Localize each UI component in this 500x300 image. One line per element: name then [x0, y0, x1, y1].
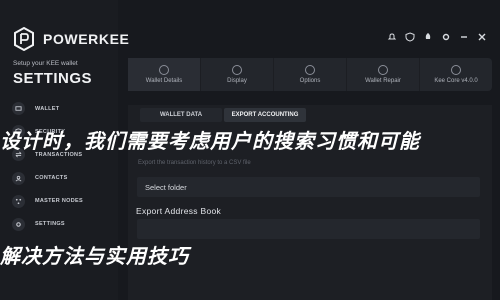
display-icon [232, 65, 242, 75]
tab-wallet-repair[interactable]: Wallet Repair [347, 58, 420, 91]
options-icon [305, 65, 315, 75]
setup-text: Setup your KEE wallet [13, 60, 78, 67]
tab-wallet-details[interactable]: Wallet Details [128, 58, 201, 91]
tab-label: Wallet Details [145, 78, 183, 84]
sidebar-item-master-nodes[interactable]: MASTER NODES [12, 194, 112, 209]
wallet-icon [12, 102, 25, 115]
wrench-icon [378, 65, 388, 75]
contacts-icon [12, 171, 25, 185]
tab-label: Wallet Repair [365, 78, 401, 84]
page-title: SETTINGS [13, 70, 93, 87]
wallet-details-icon [159, 65, 169, 75]
tab-label: Kee Core v4.0.0 [434, 78, 478, 84]
sidebar-item-label: MASTER NODES [35, 198, 83, 205]
sidebar-item-label: SETTINGS [35, 221, 65, 228]
subtab-wallet-data[interactable]: WALLET DATA [140, 108, 222, 122]
export-note: Export the transaction history to a CSV … [138, 160, 251, 166]
sidebar-item-label: WALLET [35, 105, 60, 112]
gear-icon [12, 217, 25, 231]
select-folder-field[interactable]: Select folder [137, 177, 480, 197]
nodes-icon [12, 194, 25, 208]
sidebar-item-label: CONTACTS [35, 175, 68, 182]
sidebar-item-settings[interactable]: SETTINGS [12, 217, 112, 232]
tab-label: Options [299, 78, 321, 84]
sidebar-nav: WALLET SECURITY TRANSACTIONS CONTACTS MA… [12, 101, 112, 240]
tab-label: Display [227, 78, 247, 84]
address-book-folder-field[interactable] [137, 219, 480, 239]
tab-options[interactable]: Options [274, 58, 347, 91]
brand-name: POWERKEE [43, 31, 130, 47]
rocket-icon[interactable] [422, 31, 433, 42]
settings-icon[interactable] [440, 31, 451, 42]
subtabs: WALLET DATA EXPORT ACCOUNTING [140, 108, 306, 122]
address-book-title: Export Address Book [136, 206, 222, 216]
brand: POWERKEE [13, 27, 129, 51]
overlay-text-line1: 设计时，我们需要考虑用户的搜索习惯和可能 [0, 129, 420, 153]
overlay-text-line2: 解决方法与实用技巧 [0, 244, 189, 268]
close-icon[interactable] [476, 31, 487, 42]
tab-display[interactable]: Display [201, 58, 274, 91]
bell-icon[interactable] [386, 31, 397, 42]
top-toolbar [386, 31, 487, 42]
shield-icon[interactable] [404, 31, 415, 42]
minimize-icon[interactable] [458, 31, 469, 42]
sidebar-item-wallet[interactable]: WALLET [12, 101, 112, 116]
subtab-export-accounting[interactable]: EXPORT ACCOUNTING [224, 108, 306, 122]
info-icon [451, 65, 461, 75]
sidebar-item-contacts[interactable]: CONTACTS [12, 171, 112, 186]
settings-tabbar: Wallet Details Display Options Wallet Re… [128, 58, 492, 91]
tab-kee-core[interactable]: Kee Core v4.0.0 [420, 58, 492, 91]
powerkee-logo-icon [14, 27, 34, 51]
